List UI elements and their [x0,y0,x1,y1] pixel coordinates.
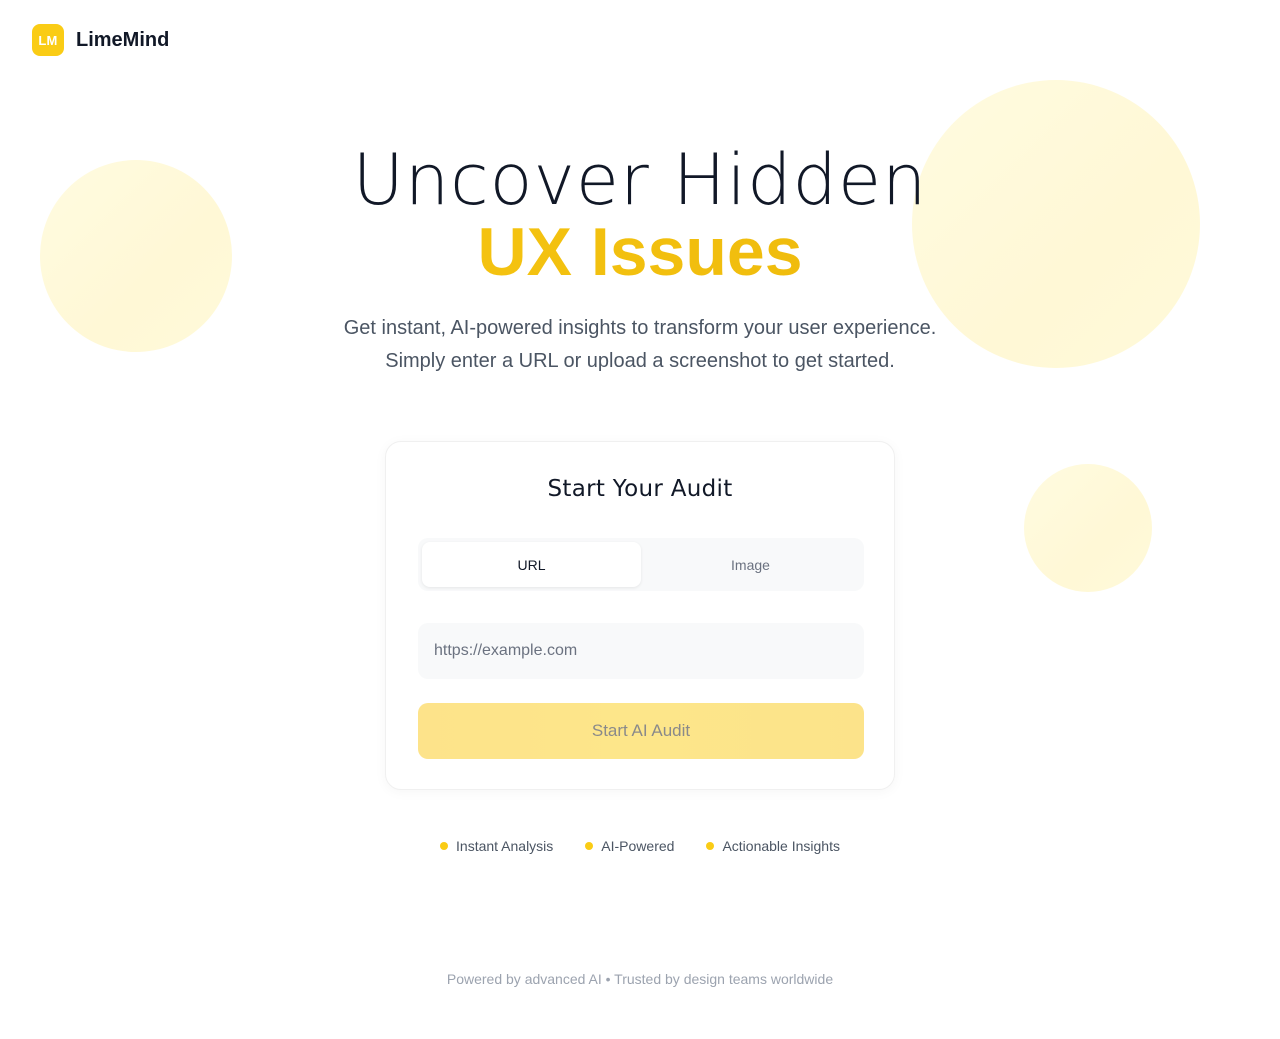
tab-image[interactable]: Image [641,542,860,587]
feature-label: Actionable Insights [722,838,840,854]
feature-label: AI-Powered [601,838,675,854]
landing-page: LM LimeMind Uncover Hidden UX Issues Get… [0,0,1280,1039]
logo-icon[interactable]: LM [32,24,64,56]
feature-label: Instant Analysis [456,838,554,854]
hero-subtitle-line2: Simply enter a URL or upload a screensho… [385,350,895,372]
input-mode-tabs: URL Image [418,538,864,591]
audit-card-title: Start Your Audit [547,476,733,502]
feature-list: Instant Analysis AI-Powered Actionable I… [0,838,1280,854]
start-audit-button[interactable]: Start AI Audit [418,703,864,759]
bullet-dot-icon [706,842,715,850]
site-footer: Powered by advanced AI • Trusted by desi… [0,971,1280,987]
feature-item: AI-Powered [585,838,674,854]
url-input[interactable] [418,623,864,679]
decorative-circle-right-small [1024,464,1152,592]
hero-subtitle-line1: Get instant, AI-powered insights to tran… [343,317,937,339]
feature-item: Actionable Insights [706,838,840,854]
site-header: LM LimeMind [32,24,169,56]
brand-name[interactable]: LimeMind [76,29,169,52]
hero-title: Uncover Hidden UX Issues [0,138,1280,286]
hero-subtitle: Get instant, AI-powered insights to tran… [0,312,1280,378]
bullet-dot-icon [585,842,594,850]
hero-section: Uncover Hidden UX Issues Get instant, AI… [0,138,1280,378]
hero-title-line1: Uncover Hidden [352,139,928,221]
audit-card: Start Your Audit URL Image Start AI Audi… [385,441,895,790]
footer-text: Powered by advanced AI • Trusted by desi… [446,971,834,987]
hero-title-highlight: UX Issues [0,218,1280,286]
tab-url[interactable]: URL [422,542,641,587]
feature-item: Instant Analysis [440,838,553,854]
bullet-dot-icon [440,842,449,850]
